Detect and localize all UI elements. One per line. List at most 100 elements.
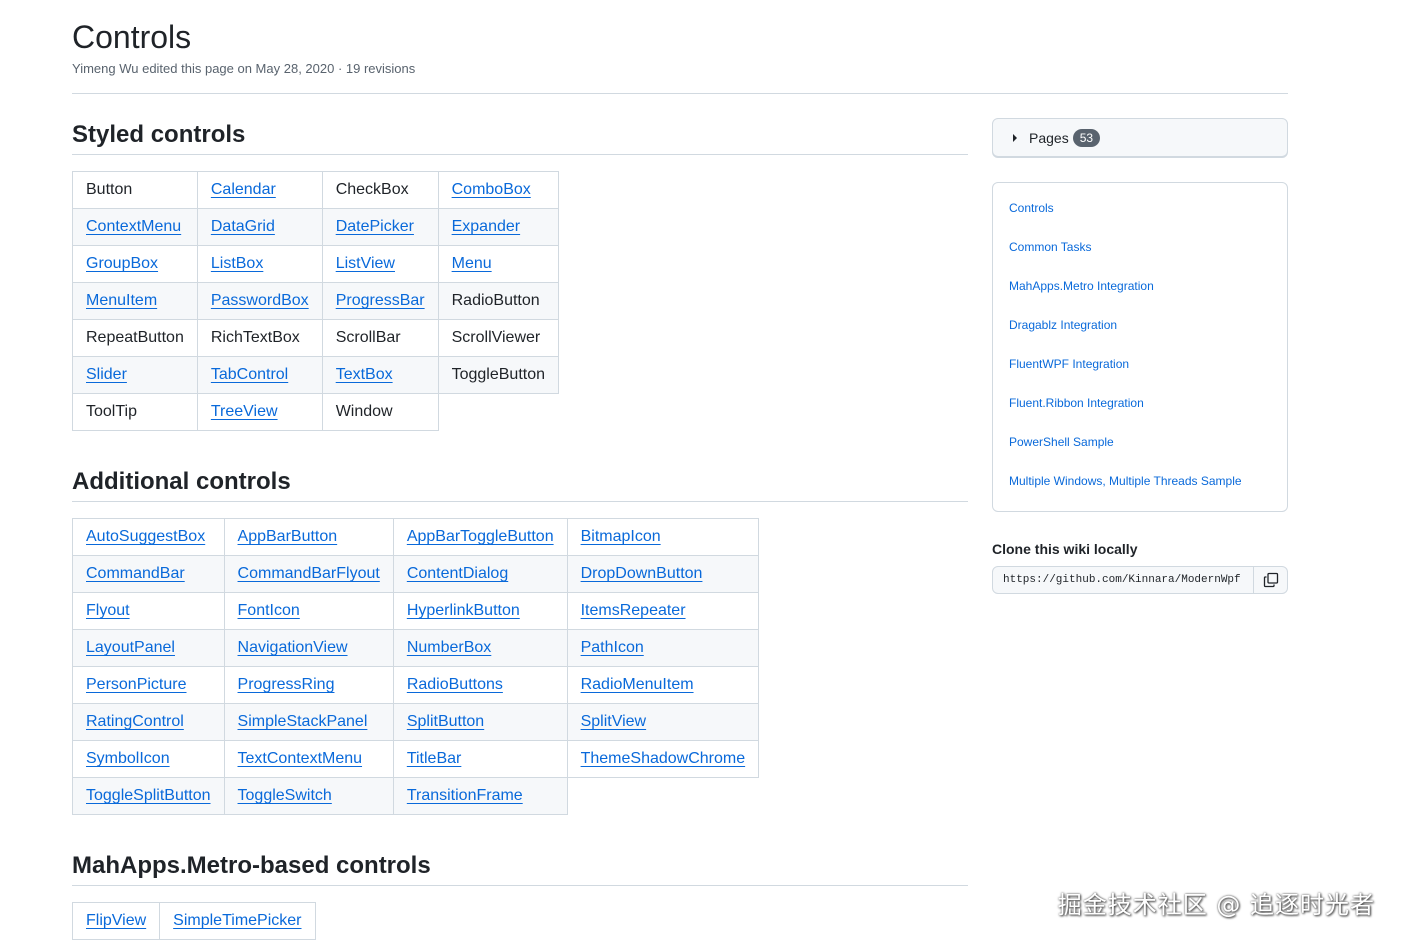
control-link-personpicture[interactable]: PersonPicture — [86, 676, 187, 693]
controls-table-styled-controls: Button Calendar CheckBox ComboBox ContextMen… — [72, 171, 560, 431]
control-name-tooltip: ToolTip — [86, 403, 137, 420]
sidebar-link-powershell-sample[interactable]: PowerShell Sample — [1009, 423, 1271, 462]
control-link-hyperlinkbutton[interactable]: HyperlinkButton — [407, 602, 520, 619]
control-link-splitview[interactable]: SplitView — [581, 713, 647, 730]
control-link-progressbar[interactable]: ProgressBar — [336, 292, 425, 309]
copy-url-button[interactable] — [1254, 566, 1288, 594]
table-cell: SimpleTimePicker — [159, 902, 316, 940]
control-link-progressring[interactable]: ProgressRing — [238, 676, 335, 693]
table-cell: CommandBarFlyout — [223, 555, 394, 593]
control-link-textbox[interactable]: TextBox — [336, 366, 393, 383]
table-cell: LayoutPanel — [72, 629, 225, 667]
control-link-passwordbox[interactable]: PasswordBox — [211, 292, 309, 309]
control-link-menuitem[interactable]: MenuItem — [86, 292, 157, 309]
sidebar-link-fluent-ribbon-integration[interactable]: Fluent.Ribbon Integration — [1009, 384, 1271, 423]
empty-cell — [567, 778, 759, 815]
table-cell: AutoSuggestBox — [72, 518, 225, 556]
control-link-datagrid[interactable]: DataGrid — [211, 218, 275, 235]
table-cell: ThemeShadowChrome — [566, 740, 760, 778]
control-link-commandbar[interactable]: CommandBar — [86, 565, 185, 582]
table-cell: PersonPicture — [72, 666, 225, 704]
sidebar-link-dragablz-integration[interactable]: Dragablz Integration — [1009, 306, 1271, 345]
control-link-menu[interactable]: Menu — [452, 255, 492, 272]
control-name-radiobutton: RadioButton — [451, 292, 540, 309]
controls-table-mahapps-metro-based-controls: FlipView SimpleTimePicker — [71, 902, 316, 940]
sidebar-link-fluentwpf-integration[interactable]: FluentWPF Integration — [1009, 345, 1271, 384]
table-cell: TitleBar — [392, 740, 568, 778]
table-cell: ContextMenu — [72, 208, 198, 246]
table-cell: SymbolIcon — [72, 740, 225, 778]
control-link-slider[interactable]: Slider — [86, 366, 127, 383]
table-cell: ProgressBar — [321, 282, 439, 320]
control-link-fonticon[interactable]: FontIcon — [238, 602, 300, 619]
control-link-treeview[interactable]: TreeView — [211, 403, 278, 420]
control-link-symbolicon[interactable]: SymbolIcon — [86, 750, 170, 767]
table-cell: SplitView — [566, 703, 760, 741]
copy-icon — [1263, 572, 1278, 588]
control-link-calendar[interactable]: Calendar — [211, 181, 276, 198]
control-link-groupbox[interactable]: GroupBox — [86, 255, 158, 272]
control-link-combobox[interactable]: ComboBox — [452, 181, 531, 198]
empty-cell — [438, 394, 558, 431]
sidebar-link-multiple-windows-multiple-threads-sample[interactable]: Multiple Windows, Multiple Threads Sampl… — [1009, 462, 1271, 501]
table-cell: FlipView — [71, 902, 161, 940]
pages-count-badge: 53 — [1072, 128, 1101, 147]
control-name-togglebutton: ToggleButton — [451, 366, 546, 383]
table-cell: RichTextBox — [196, 319, 323, 357]
sidebar-link-controls[interactable]: Controls — [1009, 189, 1271, 228]
table-cell: Flyout — [72, 592, 225, 630]
control-link-listview[interactable]: ListView — [336, 255, 395, 272]
control-name-scrollviewer: ScrollViewer — [451, 329, 541, 346]
control-link-simplestackpanel[interactable]: SimpleStackPanel — [238, 713, 368, 730]
control-link-titlebar[interactable]: TitleBar — [407, 750, 462, 767]
section-heading-additional-controls: Additional controls — [72, 465, 968, 502]
control-link-flyout[interactable]: Flyout — [86, 602, 130, 619]
control-link-themeshadowchrome[interactable]: ThemeShadowChrome — [581, 750, 746, 767]
clone-url-input[interactable] — [992, 566, 1254, 594]
control-link-radiomenuitem[interactable]: RadioMenuItem — [581, 676, 694, 693]
control-link-commandbarflyout[interactable]: CommandBarFlyout — [238, 565, 380, 582]
table-cell: RadioButtons — [392, 666, 568, 704]
control-link-numberbox[interactable]: NumberBox — [407, 639, 491, 656]
control-link-contextmenu[interactable]: ContextMenu — [86, 218, 181, 235]
table-cell: Window — [321, 393, 439, 431]
control-link-bitmapicon[interactable]: BitmapIcon — [581, 528, 661, 545]
control-link-transitionframe[interactable]: TransitionFrame — [407, 787, 523, 804]
header-divider — [72, 93, 1288, 94]
control-link-toggleswitch[interactable]: ToggleSwitch — [238, 787, 332, 804]
control-link-contentdialog[interactable]: ContentDialog — [407, 565, 508, 582]
sidebar-link-mahapps-metro-integration[interactable]: MahApps.Metro Integration — [1009, 267, 1271, 306]
table-cell: ToggleButton — [437, 356, 560, 394]
edit-meta: Yimeng Wu edited this page on May 28, 20… — [72, 61, 416, 76]
control-link-expander[interactable]: Expander — [452, 218, 521, 235]
control-link-itemsrepeater[interactable]: ItemsRepeater — [581, 602, 686, 619]
table-cell: ItemsRepeater — [566, 592, 760, 630]
control-link-radiobuttons[interactable]: RadioButtons — [407, 676, 503, 693]
control-link-pathicon[interactable]: PathIcon — [581, 639, 644, 656]
control-link-listbox[interactable]: ListBox — [211, 255, 263, 272]
table-cell: CommandBar — [72, 555, 225, 593]
control-link-layoutpanel[interactable]: LayoutPanel — [86, 639, 175, 656]
table-row: CommandBar CommandBarFlyout ContentDialog D… — [72, 555, 760, 593]
control-link-ratingcontrol[interactable]: RatingControl — [86, 713, 184, 730]
control-link-togglesplitbutton[interactable]: ToggleSplitButton — [86, 787, 211, 804]
control-link-autosuggestbox[interactable]: AutoSuggestBox — [86, 528, 205, 545]
control-link-simpletimepicker[interactable]: SimpleTimePicker — [173, 912, 301, 929]
control-link-dropdownbutton[interactable]: DropDownButton — [581, 565, 703, 582]
sidebar-link-common-tasks[interactable]: Common Tasks — [1009, 228, 1271, 267]
table-cell: NumberBox — [392, 629, 568, 667]
control-link-splitbutton[interactable]: SplitButton — [407, 713, 484, 730]
control-link-textcontextmenu[interactable]: TextContextMenu — [238, 750, 363, 767]
control-link-flipview[interactable]: FlipView — [86, 912, 146, 929]
table-cell: RadioMenuItem — [566, 666, 760, 704]
control-link-navigationview[interactable]: NavigationView — [238, 639, 348, 656]
section-heading-mahapps-metro-based-controls: MahApps.Metro-based controls — [72, 849, 968, 886]
table-row: LayoutPanel NavigationView NumberBox PathIc… — [72, 629, 760, 667]
control-link-appbarbutton[interactable]: AppBarButton — [238, 528, 338, 545]
control-link-appbartogglebutton[interactable]: AppBarToggleButton — [407, 528, 554, 545]
table-cell: RatingControl — [72, 703, 225, 741]
pages-toggle[interactable]: Pages 53 — [992, 118, 1288, 157]
control-link-datepicker[interactable]: DatePicker — [336, 218, 414, 235]
control-link-tabcontrol[interactable]: TabControl — [211, 366, 288, 383]
table-cell: DropDownButton — [566, 555, 760, 593]
